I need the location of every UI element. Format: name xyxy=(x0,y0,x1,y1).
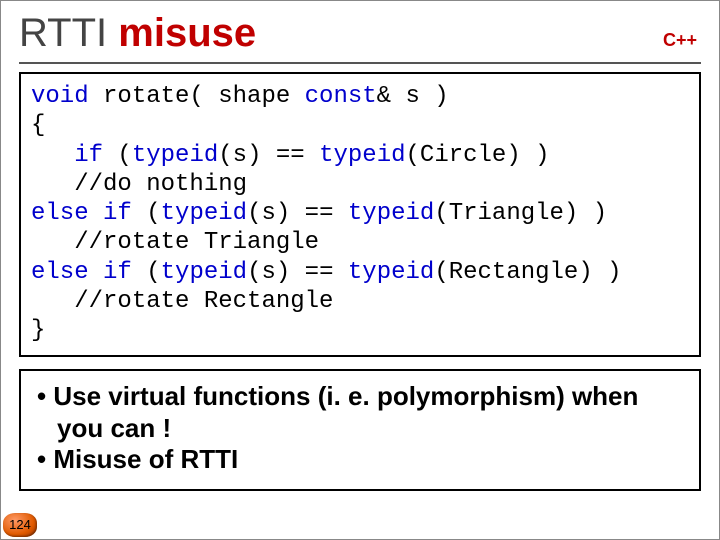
kw-else: else xyxy=(31,259,89,286)
kw-else: else xyxy=(31,200,89,227)
slide: RTTI misuse C++ void rotate( shape const… xyxy=(1,1,719,539)
code-text: { xyxy=(31,112,45,139)
code-text: ( xyxy=(132,259,161,286)
bullet-1-line1: • Use virtual functions (i. e. polymorph… xyxy=(37,381,687,412)
code-text: (Circle) ) xyxy=(406,142,550,169)
kw-void: void xyxy=(31,83,89,110)
slide-header: RTTI misuse C++ xyxy=(19,11,701,64)
code-text: //do nothing xyxy=(31,171,247,198)
code-text: ( xyxy=(103,142,132,169)
bullet-2: • Misuse of RTTI xyxy=(37,444,687,475)
kw-typeid: typeid xyxy=(161,259,247,286)
bullet-1-line2: you can ! xyxy=(57,413,687,444)
code-text: //rotate Rectangle xyxy=(31,288,333,315)
code-text: rotate( shape xyxy=(89,83,305,110)
code-text: (Rectangle) ) xyxy=(434,259,621,286)
kw-if: if xyxy=(103,259,132,286)
slide-title: RTTI misuse xyxy=(19,11,256,56)
code-text: (s) == xyxy=(218,142,319,169)
kw-typeid: typeid xyxy=(161,200,247,227)
kw-typeid: typeid xyxy=(348,200,434,227)
language-badge: C++ xyxy=(663,30,701,51)
code-text xyxy=(31,142,74,169)
code-text: & s ) xyxy=(377,83,449,110)
code-text: ( xyxy=(132,200,161,227)
code-text xyxy=(89,259,103,286)
code-text: (s) == xyxy=(247,259,348,286)
notes-box: • Use virtual functions (i. e. polymorph… xyxy=(19,369,701,491)
code-block: void rotate( shape const& s ) { if (type… xyxy=(19,72,701,357)
kw-if: if xyxy=(74,142,103,169)
code-text xyxy=(89,200,103,227)
code-text: } xyxy=(31,317,45,344)
code-text: (Triangle) ) xyxy=(434,200,607,227)
code-text: (s) == xyxy=(247,200,348,227)
code-text: //rotate Triangle xyxy=(31,229,319,256)
kw-const: const xyxy=(305,83,377,110)
kw-typeid: typeid xyxy=(319,142,405,169)
title-plain: RTTI xyxy=(19,11,118,55)
title-accent: misuse xyxy=(118,11,256,55)
kw-typeid: typeid xyxy=(132,142,218,169)
page-number: 124 xyxy=(3,513,37,537)
kw-typeid: typeid xyxy=(348,259,434,286)
kw-if: if xyxy=(103,200,132,227)
